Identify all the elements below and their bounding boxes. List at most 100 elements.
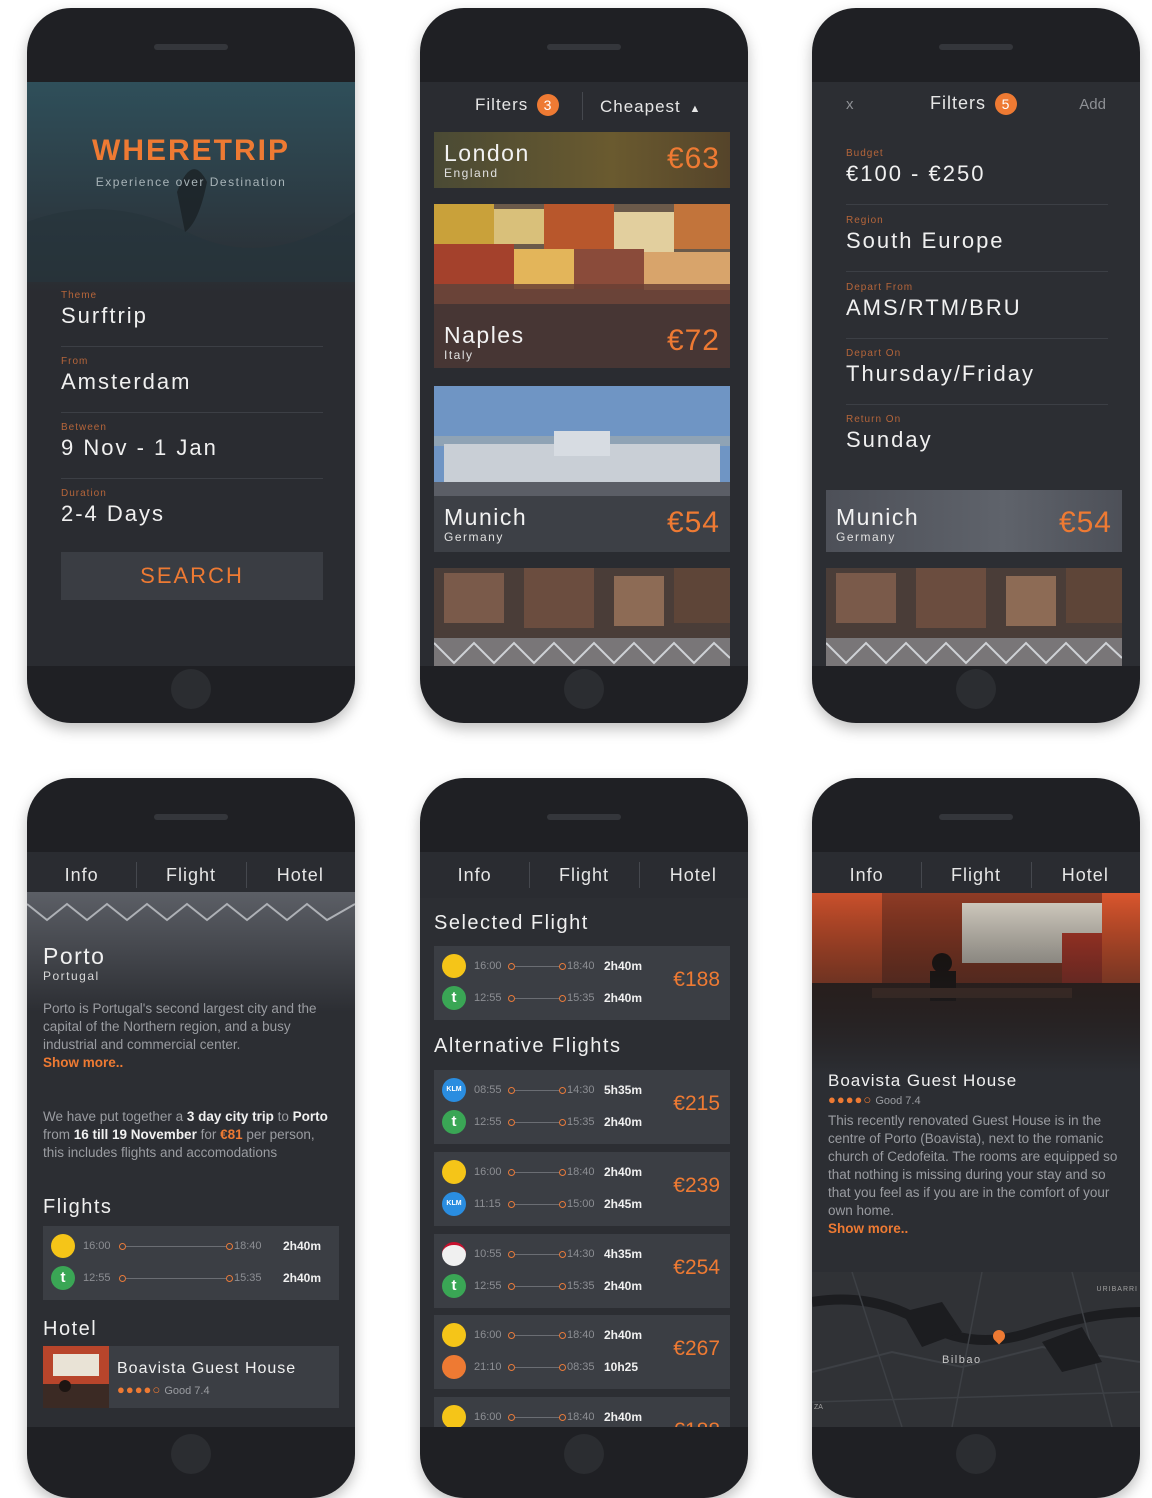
show-more-link[interactable]: Show more.. xyxy=(828,1221,908,1236)
search-button[interactable]: SEARCH xyxy=(61,552,323,600)
route-dot xyxy=(559,1169,566,1176)
field-value: Sunday xyxy=(846,427,933,452)
tab-hotel[interactable]: Hotel xyxy=(1030,852,1140,898)
route-dot xyxy=(508,1087,515,1094)
flight-row: 16:00 18:40 2h40m xyxy=(442,1405,662,1427)
destination-card-porto[interactable] xyxy=(826,568,1122,666)
map-city-label: Bilbao xyxy=(942,1354,982,1366)
destination-card-porto[interactable] xyxy=(434,568,730,666)
hotel-rating: ●●●●○ Good 7.4 xyxy=(828,1092,921,1107)
tab-info[interactable]: Info xyxy=(420,852,529,898)
phone-hotel: Info Flight Hotel Boavista Guest House ●… xyxy=(812,778,1140,1498)
departure-time: 11:15 xyxy=(474,1198,501,1210)
phone-home: WHERETRIP Experience over Destination Th… xyxy=(27,8,355,723)
return-on-filter[interactable]: Return On Sunday xyxy=(846,414,1108,470)
route-dot xyxy=(559,1087,566,1094)
destination-card-munich[interactable]: Munich Germany €54 xyxy=(826,490,1122,552)
map-graphic xyxy=(812,1272,1140,1427)
map-corner-label: ZA xyxy=(814,1404,823,1411)
flight-row: 10:55 14:30 4h35m xyxy=(442,1242,662,1268)
airline-logo-icon xyxy=(442,1242,466,1266)
show-more-link[interactable]: Show more.. xyxy=(43,1055,123,1070)
route-dot xyxy=(559,995,566,1002)
between-field[interactable]: Between 9 Nov - 1 Jan xyxy=(61,422,323,479)
sort-label: Cheapest xyxy=(600,97,681,116)
hotel-heading: Hotel xyxy=(43,1318,98,1340)
route-line xyxy=(515,966,559,967)
arrival-time: 18:40 xyxy=(567,1166,595,1178)
close-button[interactable]: x xyxy=(846,96,854,113)
destination-card-naples[interactable]: Naples Italy €72 xyxy=(434,204,730,368)
route-dot xyxy=(508,1414,515,1421)
departure-time: 08:55 xyxy=(474,1084,502,1096)
from-field[interactable]: From Amsterdam xyxy=(61,356,323,413)
flights-summary[interactable]: 16:00 18:40 2h40m t 12:55 15:35 2h40m xyxy=(43,1226,339,1300)
region-filter[interactable]: Region South Europe xyxy=(846,215,1108,272)
speaker xyxy=(939,814,1013,820)
tab-flight[interactable]: Flight xyxy=(529,852,638,898)
destination-card-london[interactable]: London England €63 xyxy=(434,132,730,188)
departure-time: 16:00 xyxy=(474,1411,502,1423)
home-button[interactable] xyxy=(564,669,604,709)
arrival-time: 18:40 xyxy=(234,1240,262,1252)
speaker xyxy=(939,44,1013,50)
home-button[interactable] xyxy=(564,1434,604,1474)
route-line xyxy=(515,1417,559,1418)
phone-flight: Info Flight Hotel Selected Flight Altern… xyxy=(420,778,748,1498)
home-button[interactable] xyxy=(171,669,211,709)
hotel-map[interactable]: Bilbao URIBARRI ZA xyxy=(812,1272,1140,1427)
selected-flight-option[interactable]: 16:00 18:40 2h40m t 12:55 15:35 2h40m €188 xyxy=(434,946,730,1020)
alternative-flight-option[interactable]: 16:00 18:40 2h40m €188 xyxy=(434,1397,730,1427)
destination-price: €63 xyxy=(666,142,720,175)
filters-button[interactable]: Filters 3 xyxy=(475,94,560,116)
hotel-summary[interactable]: Boavista Guest House ●●●●○ Good 7.4 xyxy=(43,1346,339,1408)
flight-price: €267 xyxy=(673,1337,720,1360)
flight-duration: 2h40m xyxy=(604,959,643,973)
sort-select[interactable]: Cheapest ▲︎ xyxy=(600,97,701,117)
route-dot xyxy=(508,963,515,970)
flight-row: t 12:55 15:35 2h40m xyxy=(442,1274,662,1300)
home-screen: WHERETRIP Experience over Destination Th… xyxy=(27,82,355,666)
home-button[interactable] xyxy=(956,669,996,709)
tab-flight[interactable]: Flight xyxy=(921,852,1030,898)
airline-logo-icon xyxy=(442,1160,466,1184)
flight-duration: 10h25 xyxy=(604,1360,639,1374)
departure-time: 21:10 xyxy=(474,1361,502,1373)
alternative-flight-option[interactable]: 16:00 18:40 2h40m 21:10 08:35 10h25 €267 xyxy=(434,1315,730,1389)
country-name: Portugal xyxy=(43,969,100,983)
budget-filter[interactable]: Budget €100 - €250 xyxy=(846,148,1108,205)
alternative-flight-option[interactable]: 10:55 14:30 4h35m t 12:55 15:35 2h40m €254 xyxy=(434,1234,730,1308)
route-dot xyxy=(119,1243,126,1250)
field-label: Budget xyxy=(846,148,884,159)
departure-time: 16:00 xyxy=(474,1329,502,1341)
route-line xyxy=(126,1246,226,1247)
field-label: Return On xyxy=(846,414,902,425)
hotel-name: Boavista Guest House xyxy=(828,1071,1018,1090)
add-filter-button[interactable]: Add xyxy=(1079,96,1106,113)
tab-hotel[interactable]: Hotel xyxy=(638,852,748,898)
speaker xyxy=(547,814,621,820)
flight-duration: 5h35m xyxy=(604,1083,643,1097)
info-screen: Info Flight Hotel Porto Portugal Porto i… xyxy=(27,852,355,1427)
destination-card-munich[interactable]: Munich Germany €54 xyxy=(434,386,730,552)
duration-field[interactable]: Duration 2-4 Days xyxy=(61,488,323,544)
phone-info: Info Flight Hotel Porto Portugal Porto i… xyxy=(27,778,355,1498)
airline-logo-icon xyxy=(442,954,466,978)
field-label: Between xyxy=(61,422,107,433)
arrival-time: 18:40 xyxy=(567,1329,595,1341)
alternative-flight-option[interactable]: 16:00 18:40 2h40m KLM 11:15 15:00 2h45m €239 xyxy=(434,1152,730,1226)
depart-on-filter[interactable]: Depart On Thursday/Friday xyxy=(846,348,1108,405)
destination-country: England xyxy=(444,166,499,180)
home-button[interactable] xyxy=(171,1434,211,1474)
alternative-flight-option[interactable]: KLM 08:55 14:30 5h35m t 12:55 15:35 2h40m €215 xyxy=(434,1070,730,1144)
home-button[interactable] xyxy=(956,1434,996,1474)
trip-text: from xyxy=(43,1127,74,1142)
route-dot xyxy=(508,1283,515,1290)
airline-logo-icon: t xyxy=(442,1274,466,1298)
theme-field[interactable]: Theme Surftrip xyxy=(61,290,323,347)
departure-time: 12:55 xyxy=(474,1280,502,1292)
field-label: Depart On xyxy=(846,348,902,359)
depart-from-filter[interactable]: Depart From AMS/RTM/BRU xyxy=(846,282,1108,339)
route-dot xyxy=(508,1251,515,1258)
tab-info[interactable]: Info xyxy=(812,852,921,898)
